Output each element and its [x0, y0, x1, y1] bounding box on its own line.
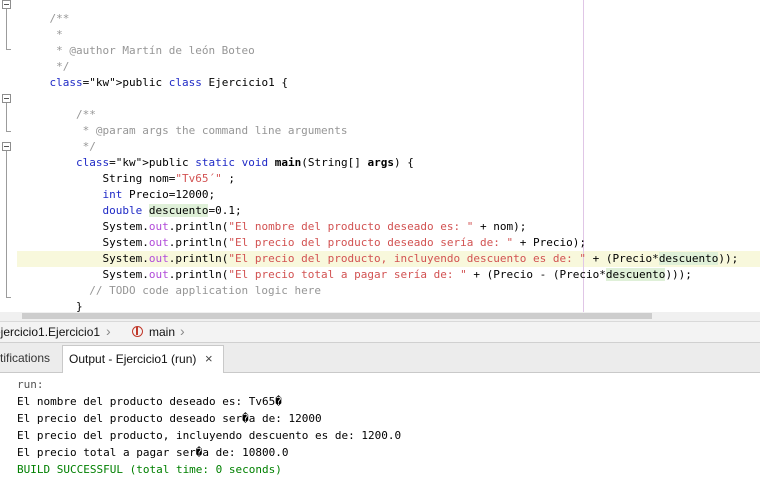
- code-line[interactable]: class="kw">public class Ejercicio1 {: [23, 59, 288, 89]
- tab-notifications[interactable]: tifications: [0, 351, 50, 365]
- code-line[interactable]: * @author Martín de león Boteo: [23, 27, 255, 57]
- tab-output[interactable]: Output - Ejercicio1 (run) ×: [62, 345, 224, 373]
- code-line[interactable]: * @param args the command line arguments: [23, 107, 348, 137]
- code-line-current[interactable]: System.out.println("El precio total a pa…: [23, 251, 692, 281]
- editor-horizontal-scrollbar[interactable]: [0, 312, 760, 321]
- code-line[interactable]: int Precio=12000;: [23, 171, 215, 201]
- code-line[interactable]: class="kw">public static void main(Strin…: [23, 139, 414, 169]
- method-icon: [132, 326, 143, 337]
- fold-line: [6, 9, 7, 49]
- fold-end: [6, 131, 11, 132]
- close-icon[interactable]: ×: [205, 351, 213, 366]
- code-text: * @author Martín de león Boteo: [49, 44, 255, 57]
- fold-end: [6, 49, 11, 50]
- fold-toggle-icon[interactable]: [2, 0, 11, 9]
- code-line[interactable]: */: [23, 123, 96, 153]
- code-line[interactable]: // TODO code application logic here: [23, 267, 321, 297]
- output-line: El precio del producto, incluyendo descu…: [17, 429, 402, 442]
- code-line[interactable]: /**: [23, 91, 96, 121]
- fold-toggle-icon[interactable]: [2, 142, 11, 151]
- output-line: El precio total a pagar ser�a de: 10800.…: [17, 446, 289, 459]
- code-line[interactable]: System.out.println("El precio del produc…: [23, 219, 586, 249]
- code-text: class="kw">public class Ejercicio1 {: [49, 76, 288, 89]
- breadcrumb: ejercicio1.Ejercicio1 › main ›: [0, 321, 760, 343]
- fold-end: [6, 297, 11, 298]
- breadcrumb-class[interactable]: ejercicio1.Ejercicio1: [0, 325, 100, 339]
- code-line[interactable]: System.out.println("El precio del produc…: [23, 235, 738, 265]
- output-line: El precio del producto deseado ser�a de:…: [17, 412, 322, 425]
- tab-output-label: Output - Ejercicio1 (run): [69, 352, 197, 366]
- fold-line: [6, 151, 7, 297]
- code-line[interactable]: String nom="Tv65´" ;: [23, 155, 234, 185]
- code-editor[interactable]: /** * * @author Martín de león Boteo */ …: [0, 0, 760, 312]
- output-console[interactable]: run: El nombre del producto deseado es: …: [0, 373, 760, 490]
- fold-line: [6, 103, 7, 131]
- code-line[interactable]: System.out.println("El nombre del produc…: [23, 203, 526, 233]
- breadcrumb-method[interactable]: main: [149, 325, 175, 339]
- scrollbar-thumb[interactable]: [22, 313, 652, 319]
- code-line[interactable]: /**: [23, 0, 70, 25]
- code-text: // TODO code application logic here: [49, 284, 322, 297]
- output-line: run:: [17, 378, 44, 391]
- output-line: El nombre del producto deseado es: Tv65�: [17, 395, 282, 408]
- fold-gutter: [0, 0, 17, 312]
- code-line[interactable]: */: [23, 43, 69, 73]
- output-tab-bar: tifications Output - Ejercicio1 (run) ×: [0, 343, 760, 373]
- code-line[interactable]: }: [23, 283, 83, 312]
- chevron-right-icon: ›: [106, 323, 111, 339]
- code-text: }: [49, 300, 83, 312]
- code-line[interactable]: double descuento=0.1;: [23, 187, 242, 217]
- fold-toggle-icon[interactable]: [2, 94, 11, 103]
- output-line-build-status: BUILD SUCCESSFUL (total time: 0 seconds): [17, 463, 282, 476]
- chevron-right-icon: ›: [180, 323, 185, 339]
- code-line[interactable]: *: [23, 11, 63, 41]
